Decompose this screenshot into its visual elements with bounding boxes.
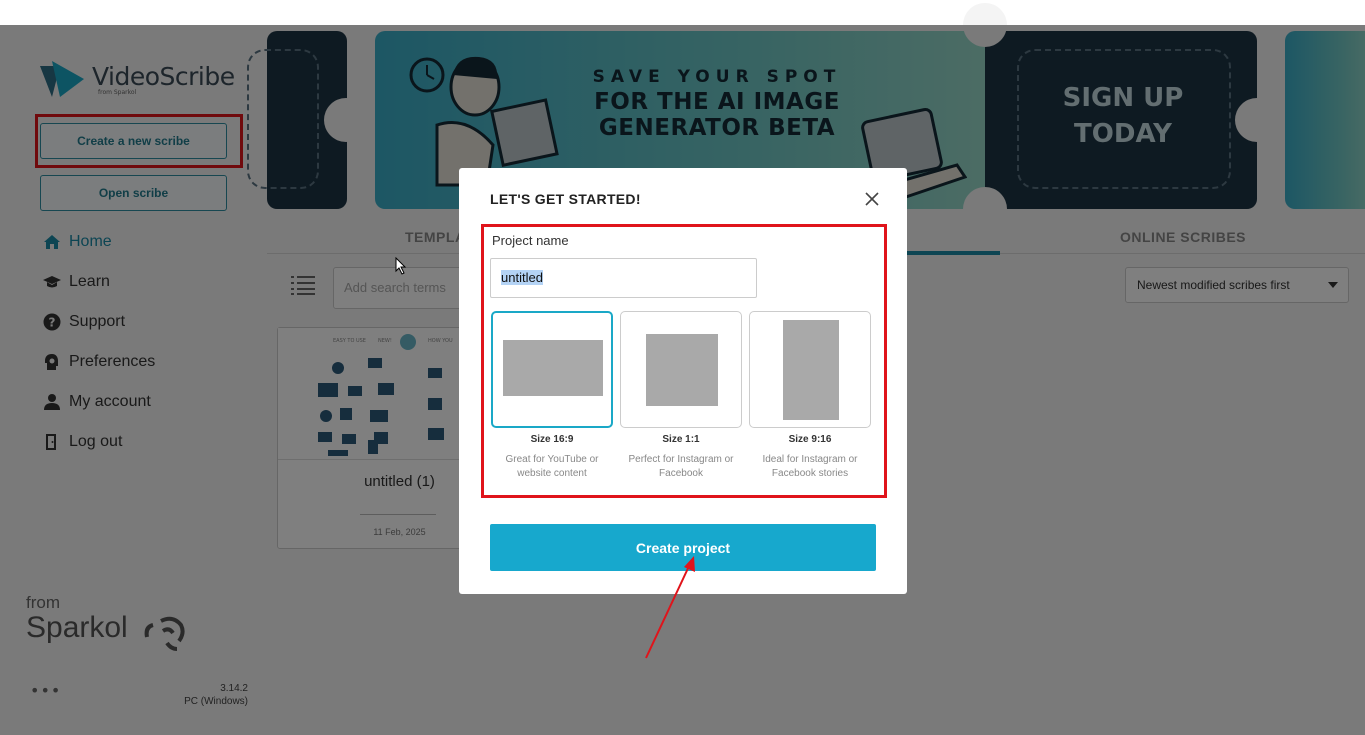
dialog-title: LET'S GET STARTED! [490, 191, 641, 207]
close-icon[interactable] [863, 190, 881, 208]
size-option-16-9[interactable] [491, 311, 613, 428]
size-option-9-16[interactable] [749, 311, 871, 428]
size-name: Size 16:9 [530, 434, 574, 445]
aspect-1-1-preview [646, 334, 718, 406]
aspect-16-9-preview [503, 340, 603, 396]
aspect-9-16-preview [783, 320, 839, 420]
project-name-field[interactable]: untitled [490, 258, 757, 298]
project-name-value: untitled [501, 270, 543, 285]
size-description: Great for YouTube or website content [505, 454, 599, 479]
size-option-1-1[interactable] [620, 311, 742, 428]
size-description: Ideal for Instagram or Facebook stories [762, 454, 858, 479]
size-name: Size 1:1 [662, 434, 700, 445]
project-name-label: Project name [492, 233, 569, 248]
top-strip [0, 0, 1365, 25]
size-name: Size 9:16 [788, 434, 832, 445]
annotation-arrow-icon [645, 556, 695, 659]
size-description: Perfect for Instagram or Facebook [628, 454, 734, 479]
new-project-dialog: LET'S GET STARTED! Project name untitled… [459, 168, 907, 594]
mouse-cursor-icon [395, 257, 407, 275]
